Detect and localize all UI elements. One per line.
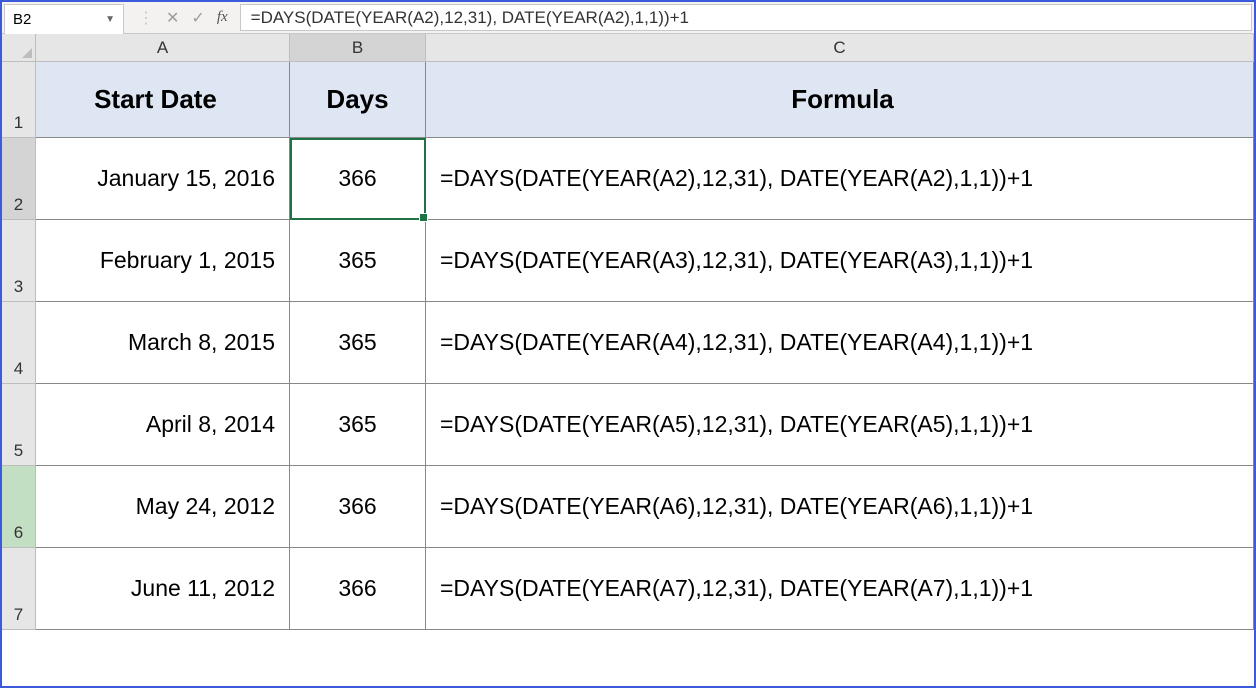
- col-header-B[interactable]: B: [290, 34, 426, 62]
- cell-B3[interactable]: 365: [290, 220, 426, 302]
- cell-C6[interactable]: =DAYS(DATE(YEAR(A6),12,31), DATE(YEAR(A6…: [426, 466, 1254, 548]
- cancel-icon[interactable]: ✕: [166, 8, 179, 28]
- col-header-A[interactable]: A: [36, 34, 290, 62]
- name-box[interactable]: B2 ▼: [4, 4, 124, 35]
- cell-A7[interactable]: June 11, 2012: [36, 548, 290, 630]
- row-header-5[interactable]: 5: [2, 384, 36, 466]
- row-header-2[interactable]: 2: [2, 138, 36, 220]
- row-header-4[interactable]: 4: [2, 302, 36, 384]
- cell-B5[interactable]: 365: [290, 384, 426, 466]
- cell-C4[interactable]: =DAYS(DATE(YEAR(A4),12,31), DATE(YEAR(A4…: [426, 302, 1254, 384]
- fx-icon[interactable]: fx: [217, 9, 228, 26]
- spreadsheet: 1 2 3 4 5 6 7 A B C Start Date Days Form…: [2, 34, 1254, 686]
- cell-C5[interactable]: =DAYS(DATE(YEAR(A5),12,31), DATE(YEAR(A5…: [426, 384, 1254, 466]
- header-cell-start-date[interactable]: Start Date: [36, 62, 290, 138]
- table-row: June 11, 2012 366 =DAYS(DATE(YEAR(A7),12…: [36, 548, 1254, 630]
- column-header-row: A B C: [36, 34, 1254, 62]
- table-row: April 8, 2014 365 =DAYS(DATE(YEAR(A5),12…: [36, 384, 1254, 466]
- cell-A4[interactable]: March 8, 2015: [36, 302, 290, 384]
- name-box-value: B2: [13, 11, 31, 28]
- separator-icon: ⋮: [138, 8, 154, 28]
- name-box-dropdown-icon[interactable]: ▼: [105, 14, 115, 25]
- table-row: May 24, 2012 366 =DAYS(DATE(YEAR(A6),12,…: [36, 466, 1254, 548]
- cell-B4[interactable]: 365: [290, 302, 426, 384]
- cell-A3[interactable]: February 1, 2015: [36, 220, 290, 302]
- cell-grid: Start Date Days Formula January 15, 2016…: [36, 62, 1254, 630]
- col-header-C[interactable]: C: [426, 34, 1254, 62]
- table-row: March 8, 2015 365 =DAYS(DATE(YEAR(A4),12…: [36, 302, 1254, 384]
- cell-C2[interactable]: =DAYS(DATE(YEAR(A2),12,31), DATE(YEAR(A2…: [426, 138, 1254, 220]
- cell-C3[interactable]: =DAYS(DATE(YEAR(A3),12,31), DATE(YEAR(A3…: [426, 220, 1254, 302]
- table-row: February 1, 2015 365 =DAYS(DATE(YEAR(A3)…: [36, 220, 1254, 302]
- header-cell-formula[interactable]: Formula: [426, 62, 1254, 138]
- row-header-3[interactable]: 3: [2, 220, 36, 302]
- row-header-1[interactable]: 1: [2, 62, 36, 138]
- cell-A5[interactable]: April 8, 2014: [36, 384, 290, 466]
- row-header-6[interactable]: 6: [2, 466, 36, 548]
- select-all-corner[interactable]: [2, 34, 36, 62]
- sheet-body: A B C Start Date Days Formula January 15…: [36, 34, 1254, 686]
- formula-bar: B2 ▼ ⋮ ✕ ✓ fx =DAYS(DATE(YEAR(A2),12,31)…: [2, 2, 1254, 34]
- cell-B7[interactable]: 366: [290, 548, 426, 630]
- formula-text: =DAYS(DATE(YEAR(A2),12,31), DATE(YEAR(A2…: [251, 8, 689, 28]
- formula-input[interactable]: =DAYS(DATE(YEAR(A2),12,31), DATE(YEAR(A2…: [240, 4, 1252, 31]
- table-row: January 15, 2016 366 =DAYS(DATE(YEAR(A2)…: [36, 138, 1254, 220]
- cell-B6[interactable]: 366: [290, 466, 426, 548]
- formula-bar-buttons: ⋮ ✕ ✓ fx: [126, 2, 240, 33]
- header-cell-days[interactable]: Days: [290, 62, 426, 138]
- enter-icon[interactable]: ✓: [191, 8, 204, 28]
- row-header-7[interactable]: 7: [2, 548, 36, 630]
- cell-A6[interactable]: May 24, 2012: [36, 466, 290, 548]
- table-header-row: Start Date Days Formula: [36, 62, 1254, 138]
- cell-C7[interactable]: =DAYS(DATE(YEAR(A7),12,31), DATE(YEAR(A7…: [426, 548, 1254, 630]
- cell-B2[interactable]: 366: [290, 138, 426, 220]
- cell-A2[interactable]: January 15, 2016: [36, 138, 290, 220]
- row-header-column: 1 2 3 4 5 6 7: [2, 34, 36, 686]
